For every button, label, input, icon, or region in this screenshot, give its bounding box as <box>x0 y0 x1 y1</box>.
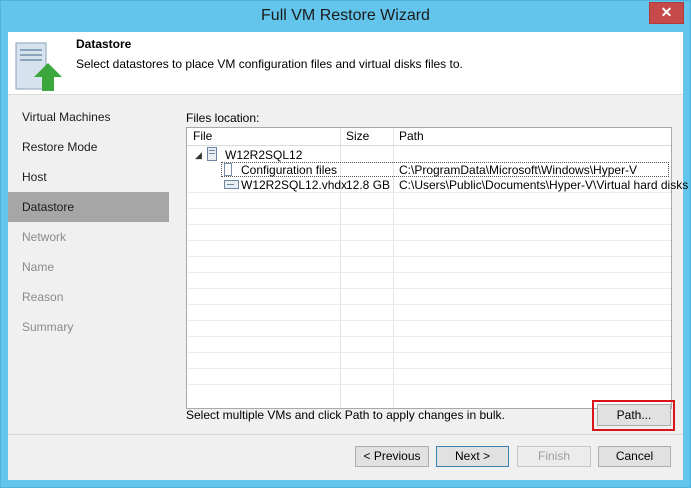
step-summary: Summary <box>22 320 74 334</box>
config-file-icon <box>224 163 232 176</box>
grid-line <box>187 208 671 209</box>
previous-button[interactable]: < Previous <box>355 446 429 467</box>
expand-icon[interactable]: ◢ <box>195 147 202 163</box>
grid-line <box>187 256 671 257</box>
grid-line <box>187 320 671 321</box>
step-header: Datastore Select datastores to place VM … <box>8 32 683 95</box>
step-title: Datastore <box>76 37 132 51</box>
step-network: Network <box>22 230 67 244</box>
close-icon: ✕ <box>660 4 673 20</box>
datastore-upload-icon <box>15 42 62 91</box>
step-restore-mode[interactable]: Restore Mode <box>8 132 169 162</box>
row-config-path[interactable]: C:\ProgramData\Microsoft\Windows\Hyper-V <box>399 162 637 178</box>
row-vhdx-file[interactable]: W12R2SQL12.vhdx <box>241 177 347 193</box>
row-vhdx-size: 12.8 GB <box>346 178 391 192</box>
step-description: Select datastores to place VM configurat… <box>76 57 463 71</box>
files-grid[interactable]: File Size Path ◢ W12R2SQL12 Configuratio… <box>186 127 688 409</box>
grid-line <box>187 288 671 289</box>
step-reason: Reason <box>22 290 64 304</box>
wizard-steps: Virtual Machines Restore Mode Host Datas… <box>8 102 169 342</box>
finish-button: Finish <box>517 446 591 467</box>
step-datastore[interactable]: Datastore <box>8 192 169 222</box>
step-name: Name <box>22 260 55 274</box>
grid-header: File Size Path <box>187 128 671 146</box>
column-header-path[interactable]: Path <box>393 128 671 145</box>
window-title: Full VM Restore Wizard <box>261 7 430 24</box>
vm-icon <box>207 147 217 161</box>
close-button[interactable]: ✕ <box>649 2 684 24</box>
grid-line <box>187 272 671 273</box>
grid-line <box>187 336 671 337</box>
grid-line <box>187 352 671 353</box>
wizard-window: Full VM Restore Wizard ✕ Datastore Selec… <box>0 0 691 488</box>
disk-icon <box>224 180 239 189</box>
cancel-button[interactable]: Cancel <box>598 446 671 467</box>
bulk-hint: Select multiple VMs and click Path to ap… <box>186 408 505 422</box>
footer-separator <box>8 434 683 435</box>
grid-line <box>187 304 671 305</box>
title-bar: Full VM Restore Wizard ✕ <box>1 1 690 32</box>
step-virtual-machines[interactable]: Virtual Machines <box>8 102 169 132</box>
column-header-file[interactable]: File <box>187 128 340 145</box>
wizard-body: Datastore Select datastores to place VM … <box>8 32 688 480</box>
next-button[interactable]: Next > <box>436 446 509 467</box>
vm-name[interactable]: W12R2SQL12 <box>225 147 302 163</box>
grid-line <box>187 224 671 225</box>
row-vhdx-path[interactable]: C:\Users\Public\Documents\Hyper-V\Virtua… <box>399 177 688 193</box>
grid-line <box>187 368 671 369</box>
row-config-file[interactable]: Configuration files <box>241 162 337 178</box>
grid-line <box>187 384 671 385</box>
path-button[interactable]: Path... <box>597 404 671 426</box>
step-host[interactable]: Host <box>8 162 169 192</box>
column-header-size[interactable]: Size <box>340 128 393 145</box>
grid-line <box>187 240 671 241</box>
files-location-label: Files location: <box>186 111 260 125</box>
